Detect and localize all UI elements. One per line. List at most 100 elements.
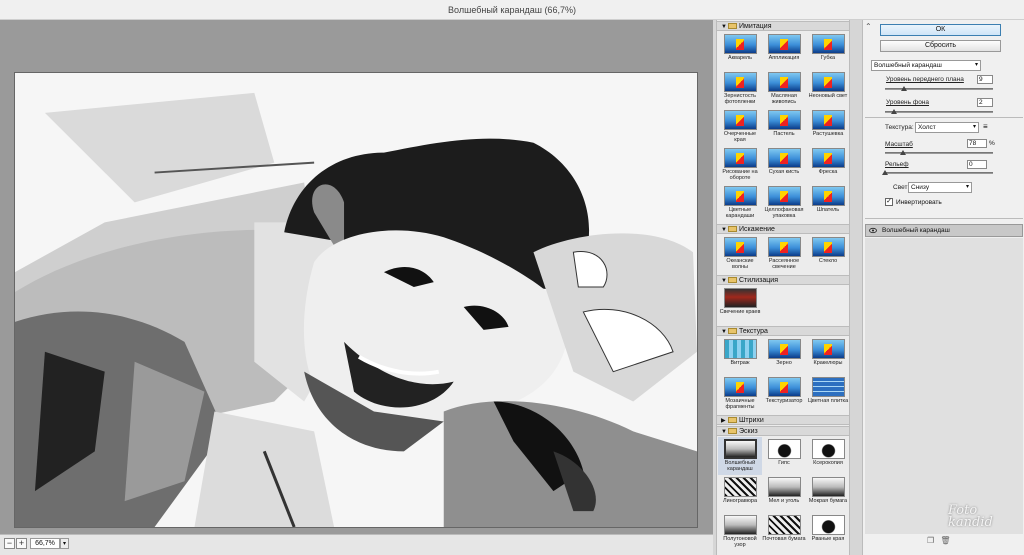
filter-thumbnail[interactable] <box>812 377 845 397</box>
filter-item[interactable]: Очерченные края <box>718 108 762 146</box>
new-layer-icon[interactable]: ❐ <box>927 536 934 545</box>
reset-button[interactable]: Сбросить <box>880 40 1001 52</box>
filter-thumbnail[interactable] <box>768 515 801 535</box>
scale-input[interactable]: 78 <box>967 139 987 148</box>
filter-thumbnail[interactable] <box>768 477 801 497</box>
category-header[interactable]: ▼ Текстура <box>717 326 849 336</box>
filter-item[interactable]: Целлофановая упаковка <box>762 184 806 222</box>
category-header[interactable]: ▼ Эскиз <box>717 426 849 436</box>
filter-thumbnail[interactable] <box>812 34 845 54</box>
filter-thumbnail[interactable] <box>768 34 801 54</box>
filter-item[interactable]: Губка <box>806 32 849 70</box>
filter-item[interactable]: Растушевка <box>806 108 849 146</box>
zoom-dropdown-icon[interactable]: ▾ <box>60 538 69 549</box>
filter-thumbnail[interactable] <box>724 237 757 257</box>
expanded-triangle-icon[interactable]: ▼ <box>721 277 728 286</box>
invert-checkbox[interactable]: ✓ <box>885 198 893 206</box>
filter-item[interactable]: Рваные края <box>806 513 849 551</box>
filter-item[interactable]: Ксерокопия <box>806 437 849 475</box>
filter-gallery[interactable]: ▼ Имитация Акварель Аппликация Губка Зернисто… <box>716 20 850 555</box>
expanded-triangle-icon[interactable]: ▼ <box>721 23 728 32</box>
category-header[interactable]: ▼ Имитация <box>717 21 849 31</box>
zoom-out-button[interactable]: − <box>4 538 15 549</box>
expanded-triangle-icon[interactable]: ▼ <box>721 428 728 437</box>
filter-thumbnail[interactable] <box>724 377 757 397</box>
filter-thumbnail[interactable] <box>812 72 845 92</box>
effect-layer-row[interactable]: Волшебный карандаш <box>865 224 1023 237</box>
filter-thumbnail[interactable] <box>724 72 757 92</box>
filter-item[interactable]: Акварель <box>718 32 762 70</box>
eye-icon[interactable] <box>869 227 877 234</box>
filter-item[interactable]: Гипс <box>762 437 806 475</box>
filter-item[interactable]: Стекло <box>806 235 849 273</box>
background-level-slider-handle[interactable] <box>890 109 897 114</box>
filter-thumbnail[interactable] <box>768 237 801 257</box>
category-header[interactable]: ▶ Штрихи <box>717 415 849 425</box>
texture-select[interactable]: Холст ▾ <box>915 122 979 133</box>
filter-thumbnail[interactable] <box>768 186 801 206</box>
filter-thumbnail[interactable] <box>768 110 801 130</box>
preview-canvas[interactable] <box>14 72 698 528</box>
filter-thumbnail[interactable] <box>724 186 757 206</box>
filter-thumbnail[interactable] <box>812 237 845 257</box>
relief-input[interactable]: 0 <box>967 160 987 169</box>
filter-item[interactable]: Мозаичные фрагменты <box>718 375 762 413</box>
filter-item[interactable]: Кракелюры <box>806 337 849 375</box>
filter-item[interactable]: Почтовая бумага <box>762 513 806 551</box>
relief-slider-handle[interactable] <box>882 170 888 175</box>
filter-item[interactable]: Масляная живопись <box>762 70 806 108</box>
filter-item[interactable]: Цветная плитка <box>806 375 849 413</box>
filter-item[interactable]: Мел и уголь <box>762 475 806 513</box>
filter-thumbnail[interactable] <box>812 186 845 206</box>
delete-layer-icon[interactable]: 🗑 <box>940 536 950 545</box>
filter-thumbnail[interactable] <box>812 110 845 130</box>
filter-item[interactable]: Рисование на обороте <box>718 146 762 184</box>
preview-area[interactable] <box>0 20 713 534</box>
filter-thumbnail[interactable] <box>768 439 801 459</box>
filter-thumbnail[interactable] <box>724 288 757 308</box>
filter-thumbnail[interactable] <box>768 148 801 168</box>
filter-item[interactable]: Цветные карандаши <box>718 184 762 222</box>
relief-slider[interactable] <box>882 170 993 175</box>
filter-item[interactable]: Пастель <box>762 108 806 146</box>
filter-item[interactable]: Полутоновой узор <box>718 513 762 551</box>
foreground-level-slider[interactable] <box>885 86 993 91</box>
filter-item[interactable]: Волшебный карандаш <box>718 437 762 475</box>
background-level-input[interactable]: 2 <box>977 98 993 107</box>
collapsed-triangle-icon[interactable]: ▶ <box>721 417 728 426</box>
filter-thumbnail[interactable] <box>724 477 757 497</box>
filter-thumbnail[interactable] <box>768 72 801 92</box>
category-header[interactable]: ▼ Стилизация <box>717 275 849 285</box>
filter-thumbnail[interactable] <box>724 339 757 359</box>
filter-item[interactable]: Линогравюра <box>718 475 762 513</box>
scale-slider-handle[interactable] <box>900 150 907 155</box>
filter-thumbnail[interactable] <box>812 515 845 535</box>
filter-item[interactable]: Свечение краев <box>718 286 762 324</box>
filter-item[interactable]: Зернистость фотопленки <box>718 70 762 108</box>
filter-item[interactable]: Текстуризатор <box>762 375 806 413</box>
filter-item[interactable]: Мокрая бумага <box>806 475 849 513</box>
filter-thumbnail[interactable] <box>768 377 801 397</box>
filter-thumbnail[interactable] <box>812 148 845 168</box>
foreground-level-slider-handle[interactable] <box>901 86 908 91</box>
filter-item[interactable]: Океанские волны <box>718 235 762 273</box>
filter-thumbnail[interactable] <box>724 34 757 54</box>
filter-thumbnail[interactable] <box>724 110 757 130</box>
expanded-triangle-icon[interactable]: ▼ <box>721 328 728 337</box>
filter-item[interactable]: Фреска <box>806 146 849 184</box>
filter-item[interactable]: Шпатель <box>806 184 849 222</box>
filter-select[interactable]: Волшебный карандаш ▾ <box>871 60 981 71</box>
filter-item[interactable]: Сухая кисть <box>762 146 806 184</box>
filter-thumbnail[interactable] <box>812 439 845 459</box>
filter-thumbnail[interactable] <box>724 148 757 168</box>
filter-thumbnail[interactable] <box>724 439 757 459</box>
zoom-in-button[interactable]: + <box>16 538 27 549</box>
background-level-slider[interactable] <box>885 109 993 114</box>
scale-slider[interactable] <box>885 150 993 155</box>
filter-item[interactable]: Витраж <box>718 337 762 375</box>
collapse-gallery-icon[interactable]: ⌃ <box>865 22 872 31</box>
filter-thumbnail[interactable] <box>812 477 845 497</box>
light-select[interactable]: Снизу ▾ <box>908 182 972 193</box>
filter-item[interactable]: Неоновый свет <box>806 70 849 108</box>
filter-item[interactable]: Аппликация <box>762 32 806 70</box>
